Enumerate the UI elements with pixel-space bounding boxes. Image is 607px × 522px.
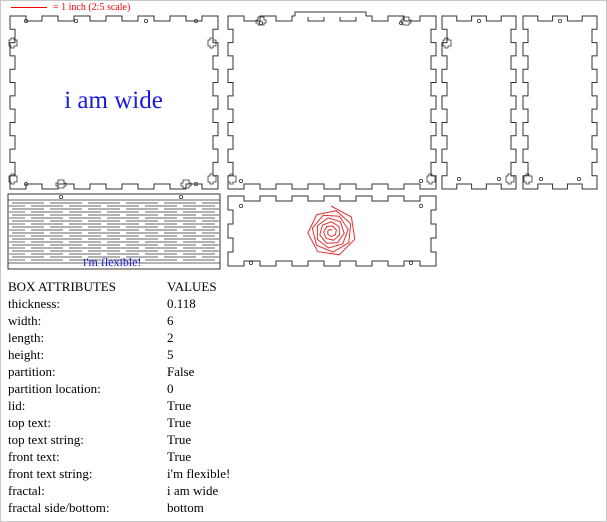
attribute-name: partition location:	[8, 381, 101, 396]
table-row: width: 6	[8, 312, 230, 329]
front-text: i'm flexible!	[83, 255, 142, 269]
screw-hole	[238, 178, 243, 183]
panel-side-left	[441, 15, 517, 190]
screw-hole	[143, 18, 148, 23]
screw-hole	[539, 176, 544, 181]
screw-hole	[496, 176, 501, 181]
attribute-name: fractal side/bottom:	[8, 500, 110, 515]
attribute-name: partition:	[8, 364, 56, 379]
screw-hole	[418, 178, 423, 183]
layout-canvas: = 1 inch (2:5 scale) i am wide i'm flexi…	[0, 0, 607, 522]
attribute-name: top text string:	[8, 432, 84, 447]
table-row: top text string: True	[8, 431, 230, 448]
fractal-spiral	[307, 205, 356, 256]
screw-hole	[74, 18, 79, 23]
attribute-value: 2	[167, 330, 174, 345]
table-row: front text string: i'm flexible!	[8, 465, 230, 482]
attribute-value: bottom	[167, 500, 204, 515]
panel-lid	[227, 11, 437, 190]
table-row: fractal side/bottom: bottom	[8, 499, 230, 516]
attribute-name: lid:	[8, 398, 26, 413]
screw-hole	[258, 20, 263, 25]
attribute-name: front text:	[8, 449, 60, 464]
table-row: front text: True	[8, 448, 230, 465]
screw-hole	[456, 176, 461, 181]
attribute-name: length:	[8, 330, 45, 345]
table-row: length: 2	[8, 329, 230, 346]
attribute-value: 0	[167, 381, 174, 396]
attribute-name: top text:	[8, 415, 51, 430]
attribute-value: 5	[167, 347, 174, 362]
attribute-value: True	[167, 398, 192, 413]
table-row: lid: True	[8, 397, 230, 414]
screw-hole	[248, 260, 253, 265]
screw-hole	[577, 176, 582, 181]
top-text: i am wide	[64, 87, 163, 114]
attribute-name: front text string:	[8, 466, 93, 481]
attribute-name: width:	[8, 313, 42, 328]
cut-panels	[7, 11, 598, 270]
table-row: partition location: 0	[8, 380, 230, 397]
table-row: thickness: 0.118	[8, 295, 230, 312]
table-row: height: 5	[8, 346, 230, 363]
attribute-value: 0.118	[167, 296, 196, 311]
screw-hole	[178, 194, 183, 199]
attribute-name: BOX ATTRIBUTES	[8, 279, 116, 294]
attribute-value: False	[167, 364, 195, 379]
screw-hole	[408, 260, 413, 265]
attribute-value: True	[167, 432, 192, 447]
panel-side-right	[522, 15, 598, 190]
table-row: partition: False	[8, 363, 230, 380]
attribute-value: True	[167, 449, 192, 464]
screw-hole	[59, 194, 64, 199]
attribute-value: VALUES	[167, 279, 217, 294]
attribute-value: i am wide	[167, 483, 219, 498]
table-header: BOX ATTRIBUTES VALUES	[8, 278, 230, 295]
attribute-value: 6	[167, 313, 174, 328]
screw-hole	[558, 18, 563, 23]
attribute-value: True	[167, 415, 192, 430]
screw-hole	[238, 203, 243, 208]
attribute-value: i'm flexible!	[167, 466, 231, 481]
screw-hole	[418, 203, 423, 208]
screw-hole	[476, 18, 481, 23]
table-row: top text: True	[8, 414, 230, 431]
attribute-name: fractal:	[8, 483, 45, 498]
attribute-name: height:	[8, 347, 45, 362]
attributes-table: BOX ATTRIBUTES VALUES thickness: 0.118 width…	[8, 278, 230, 516]
attribute-name: thickness:	[8, 296, 60, 311]
table-row: fractal: i am wide	[8, 482, 230, 499]
